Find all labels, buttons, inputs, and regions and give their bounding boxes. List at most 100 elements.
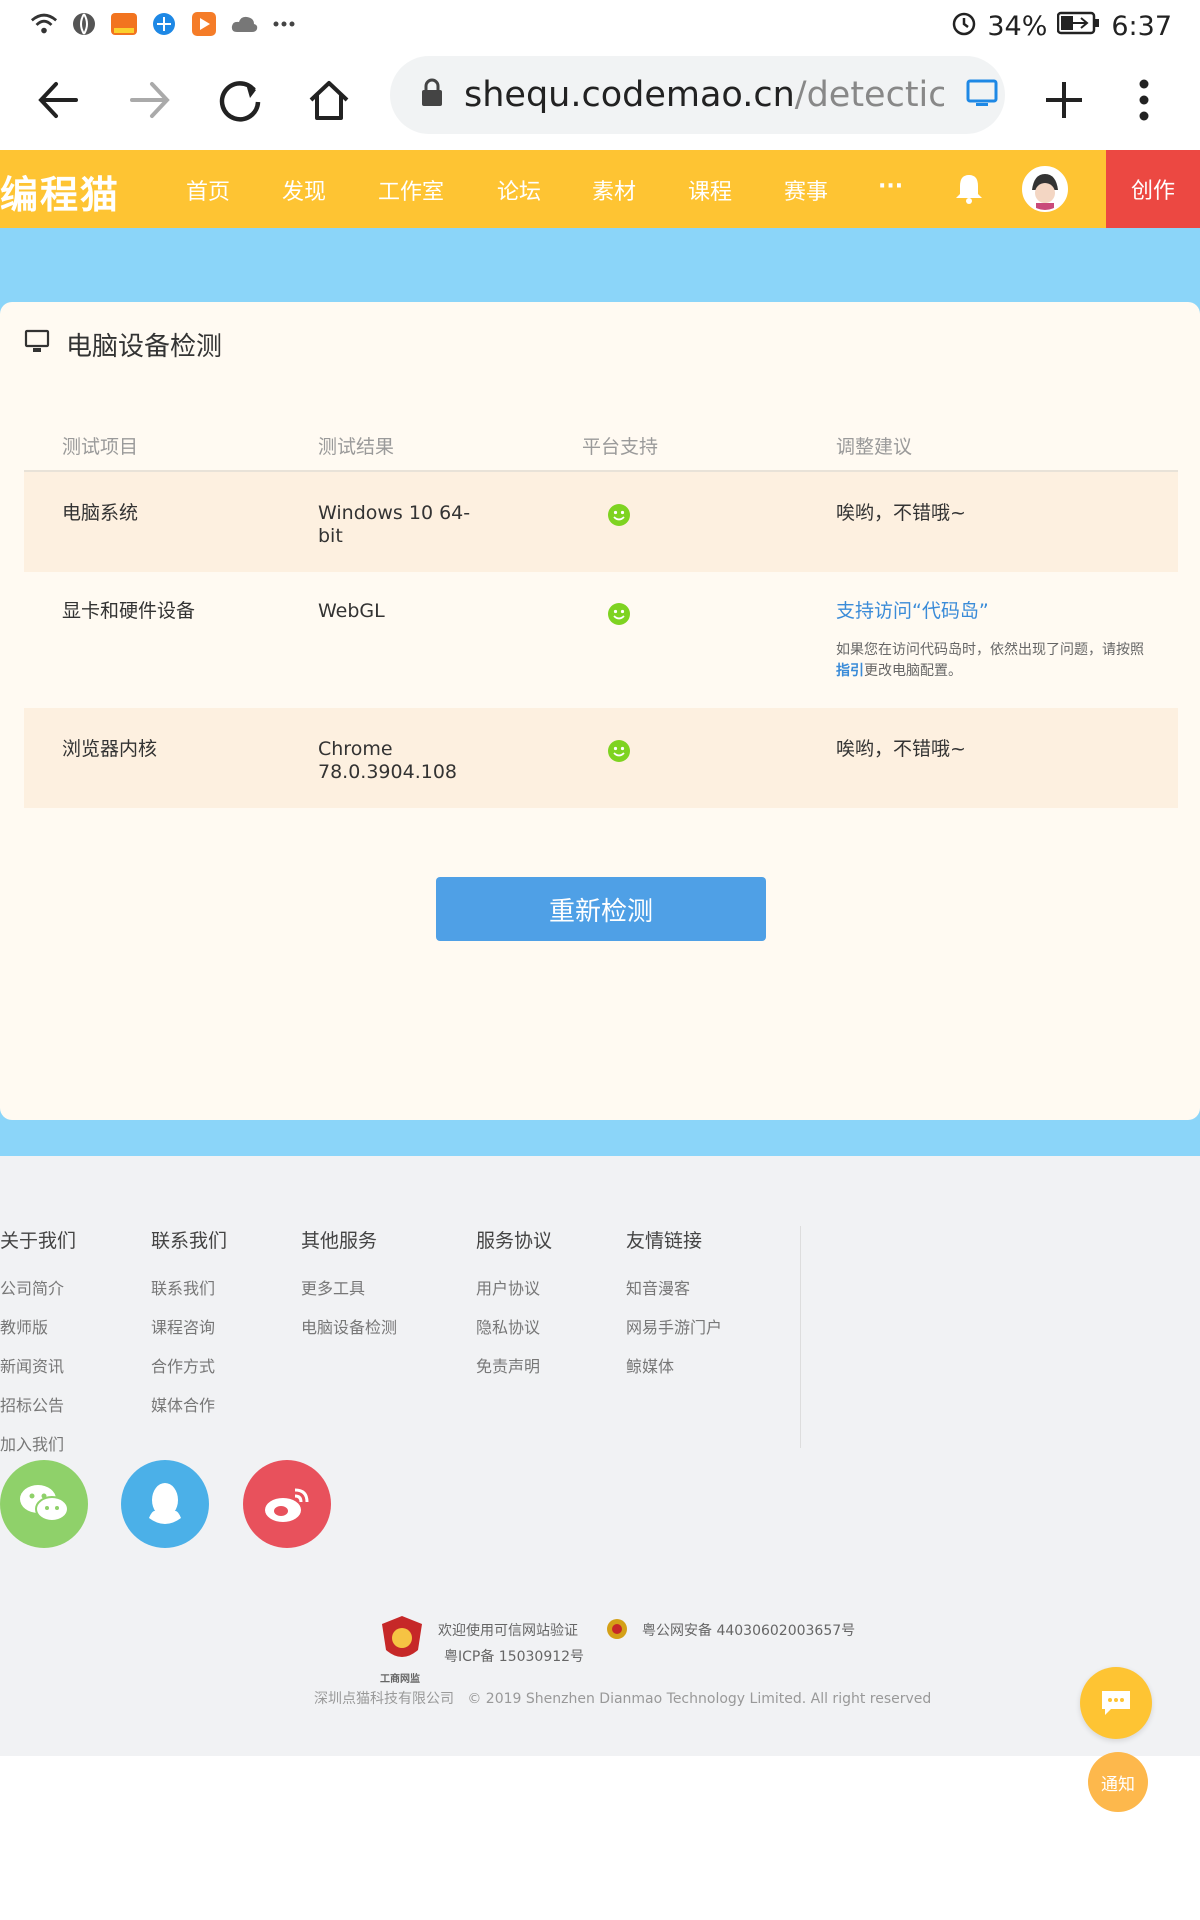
avatar[interactable] (1022, 166, 1068, 212)
alarm-icon (951, 10, 977, 43)
reload-button[interactable] (208, 68, 272, 132)
back-button[interactable] (26, 68, 90, 132)
nav-forum[interactable]: 论坛 (497, 174, 541, 206)
url-path: /detectic (794, 75, 944, 115)
row-result: Chrome 78.0.3904.108 (318, 738, 457, 784)
footer-link[interactable]: 教师版 (0, 1314, 76, 1338)
table-row: 浏览器内核 Chrome 78.0.3904.108 唉哟，不错哦~ (24, 708, 1178, 808)
chat-bubble-icon (1102, 1691, 1130, 1715)
guide-link[interactable]: 指引 (836, 663, 864, 679)
url-text[interactable]: shequ.codemao.cn/detectic (464, 75, 944, 115)
row-item: 显卡和硬件设备 (62, 600, 196, 622)
nav-courses[interactable]: 课程 (688, 174, 732, 206)
qq-icon[interactable] (121, 1460, 209, 1548)
vertical-dots-icon (1139, 79, 1149, 121)
detection-card: 电脑设备检测 测试项目 测试结果 平台支持 调整建议 电脑系统 Windows … (0, 302, 1200, 1120)
police-record-text[interactable]: 粤公网安备 44030602003657号 (642, 1620, 855, 1640)
row-result-line: Windows 10 64- (318, 502, 471, 524)
icp-text[interactable]: 粤ICP备 15030912号 (444, 1646, 584, 1666)
footer-link[interactable]: 加入我们 (0, 1431, 76, 1455)
footer-divider (800, 1226, 801, 1448)
nav-home[interactable]: 首页 (186, 174, 230, 206)
browser-icon (150, 10, 178, 38)
footer-col-about: 关于我们 公司简介 教师版 新闻资讯 招标公告 加入我们 (0, 1226, 76, 1470)
clock-time: 6:37 (1111, 11, 1172, 42)
nav-studio[interactable]: 工作室 (378, 174, 444, 206)
nav-more[interactable]: ··· (878, 174, 903, 199)
footer-link[interactable]: 课程咨询 (151, 1314, 227, 1338)
globe-icon (70, 10, 98, 38)
nav-materials[interactable]: 素材 (592, 174, 636, 206)
card-title: 电脑设备检测 (24, 326, 222, 363)
row-result: WebGL (318, 600, 385, 622)
address-bar[interactable]: shequ.codemao.cn/detectic (390, 56, 1005, 134)
smile-ok-icon (608, 504, 630, 526)
footer-link[interactable]: 用户协议 (476, 1275, 552, 1299)
footer-heading: 服务协议 (476, 1230, 553, 1252)
status-bar: 34% 6:37 (0, 0, 1200, 50)
copyright: 深圳点猫科技有限公司 © 2019 Shenzhen Dianmao Techn… (314, 1688, 931, 1708)
trust-verify-text[interactable]: 欢迎使用可信网站验证 (438, 1620, 578, 1640)
header-platform-support: 平台支持 (582, 436, 659, 458)
notice-button[interactable]: 通知 (1088, 1752, 1148, 1812)
footer: 关于我们 公司简介 教师版 新闻资讯 招标公告 加入我们 联系我们 联系我们 课… (0, 1156, 1200, 1756)
footer-link[interactable]: 电脑设备检测 (301, 1314, 397, 1338)
footer-link[interactable]: 新闻资讯 (0, 1353, 76, 1377)
browser-menu-button[interactable] (1112, 68, 1176, 132)
url-host: shequ.codemao.cn (464, 75, 795, 115)
recheck-button[interactable]: 重新检测 (436, 877, 766, 941)
nav-discover[interactable]: 发现 (282, 174, 326, 206)
advice-note: 如果您在访问代码岛时，依然出现了问题，请按照指引更改电脑配置。 (836, 640, 1156, 682)
footer-link[interactable]: 鲸媒体 (626, 1353, 722, 1377)
row-result-line: 78.0.3904.108 (318, 761, 458, 783)
footer-link[interactable]: 媒体合作 (151, 1392, 227, 1416)
header-advice: 调整建议 (836, 436, 913, 458)
advice-note-text: 如果您在访问代码岛时，依然出现了问题，请按照 (836, 642, 1144, 658)
footer-col-friend-links: 友情链接 知音漫客 网易手游门户 鲸媒体 (626, 1226, 722, 1392)
footer-col-agreements: 服务协议 用户协议 隐私协议 免责声明 (476, 1226, 552, 1392)
footer-heading: 关于我们 (0, 1230, 77, 1252)
advice-note-text: 更改电脑配置。 (864, 663, 962, 679)
footer-link[interactable]: 隐私协议 (476, 1314, 552, 1338)
copyright-text: © 2019 Shenzhen Dianmao Technology Limit… (467, 1691, 932, 1707)
footer-col-contact: 联系我们 联系我们 课程咨询 合作方式 媒体合作 (151, 1226, 227, 1431)
battery-percent: 34% (987, 11, 1048, 42)
page-title: 电脑设备检测 (66, 332, 223, 362)
footer-link[interactable]: 更多工具 (301, 1275, 397, 1299)
create-button[interactable]: 创作 (1106, 150, 1200, 228)
trust-badge-caption: 工商网监 (380, 1674, 420, 1685)
code-island-link[interactable]: 支持访问“代码岛” (836, 600, 989, 623)
footer-link[interactable]: 网易手游门户 (626, 1314, 722, 1338)
home-icon (309, 81, 349, 120)
footer-link[interactable]: 招标公告 (0, 1392, 76, 1416)
footer-link[interactable]: 知音漫客 (626, 1275, 722, 1299)
footer-link[interactable]: 联系我们 (151, 1275, 227, 1299)
nav-competitions[interactable]: 赛事 (784, 174, 828, 206)
chat-button[interactable] (1080, 1667, 1152, 1739)
site-logo[interactable]: 编程猫 (0, 164, 120, 219)
row-advice: 唉哟，不错哦~ (836, 502, 966, 524)
more-dots-icon (270, 10, 298, 38)
forward-button[interactable] (118, 68, 182, 132)
desktop-mode-icon[interactable] (966, 79, 998, 111)
bell-icon[interactable] (954, 172, 984, 208)
footer-link[interactable]: 免责声明 (476, 1353, 552, 1377)
footer-heading: 联系我们 (151, 1230, 228, 1252)
footer-link[interactable]: 公司简介 (0, 1275, 76, 1299)
wechat-icon[interactable] (0, 1460, 88, 1548)
row-result: Windows 10 64- bit (318, 502, 470, 548)
new-tab-button[interactable] (1032, 68, 1096, 132)
home-button[interactable] (297, 68, 361, 132)
table-row: 电脑系统 Windows 10 64- bit 唉哟，不错哦~ (24, 472, 1178, 572)
row-advice: 唉哟，不错哦~ (836, 738, 966, 760)
police-emblem-icon (606, 1618, 628, 1644)
footer-heading: 其他服务 (301, 1230, 378, 1252)
company-name: 深圳点猫科技有限公司 (314, 1691, 454, 1707)
weibo-icon[interactable] (243, 1460, 331, 1548)
row-item: 电脑系统 (62, 502, 139, 524)
table-row: 显卡和硬件设备 WebGL 支持访问“代码岛” 如果您在访问代码岛时，依然出现了… (24, 572, 1178, 708)
header-test-result: 测试结果 (318, 436, 395, 458)
smile-ok-icon (608, 603, 630, 625)
trust-badge-icon (378, 1614, 426, 1672)
footer-link[interactable]: 合作方式 (151, 1353, 227, 1377)
